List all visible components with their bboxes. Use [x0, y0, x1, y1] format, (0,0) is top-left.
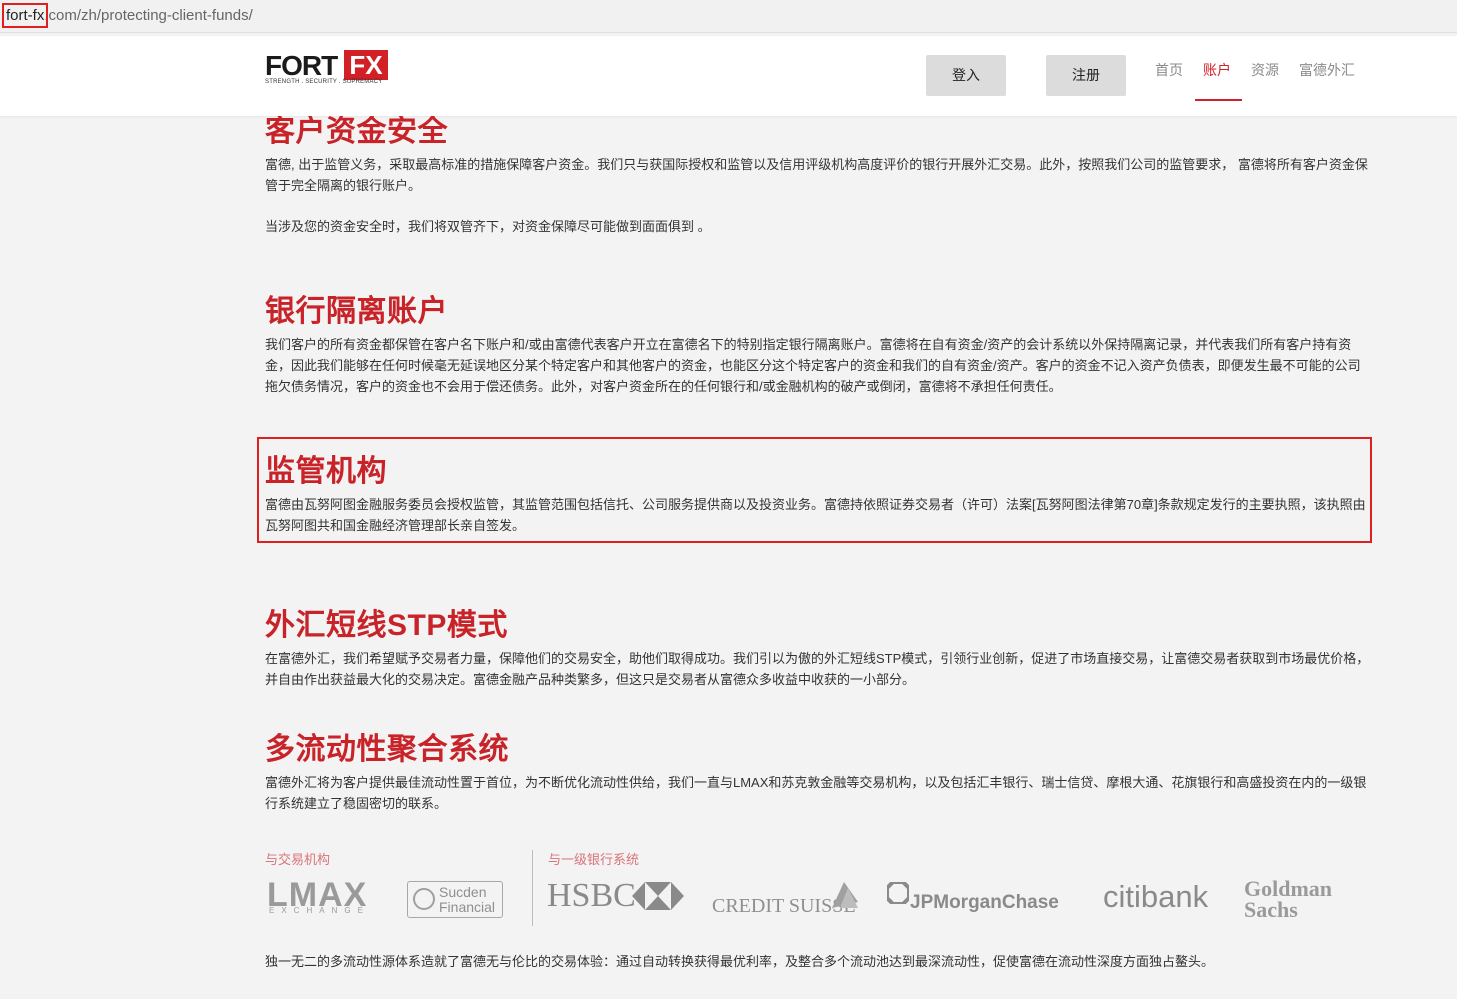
client-funds-title-clip: 客户资金安全 [0, 116, 1457, 144]
client-funds-title: 客户资金安全 [265, 116, 448, 144]
credit-suisse-sails-icon [832, 882, 858, 908]
site-header: FORT FX STRENGTH . SECURITY . SUPREMACY … [0, 36, 1457, 116]
logo-fx-badge: FX [344, 50, 388, 80]
browser-url-bar[interactable]: fort-fx.com/zh/protecting-client-funds/ [0, 0, 1457, 33]
liquidity-footer-paragraph: 独一无二的多流动性源体系造就了富德无与伦比的交易体验：通过自动转换获得最优利率，… [265, 954, 1215, 969]
url-text[interactable]: fort-fx.com/zh/protecting-client-funds/ [1, 3, 253, 28]
sucden-financial-logo: Sucden Financial [407, 881, 503, 918]
regulator-paragraph: 富德由瓦努阿图金融服务委员会授权监管，其监管范围包括信托、公司服务提供商以及投资… [265, 497, 1366, 533]
logo-fort-text: FORT [265, 50, 338, 81]
regulator-title: 监管机构 [265, 455, 387, 488]
liquidity-paragraph: 富德外汇将为客户提供最佳流动性置于首位，为不断优化流动性供给，我们一直与LMAX… [265, 775, 1367, 811]
liquidity-title: 多流动性聚合系统 [265, 733, 509, 766]
stp-paragraph: 在富德外汇，我们希望赋予交易者力量，保障他们的交易安全，助他们取得成功。我们引以… [265, 651, 1370, 687]
sucden-mark-icon [413, 888, 435, 910]
banks-label: 与一级银行系统 [548, 852, 640, 867]
citibank-logo: citibank [1103, 879, 1209, 914]
stp-title: 外汇短线STP模式 [265, 609, 508, 642]
goldman-sachs-logo: Goldman Sachs [1244, 876, 1333, 922]
nav-active-underline [1195, 99, 1242, 101]
url-host-highlighted: fort-fx [1, 3, 49, 28]
nav-account[interactable]: 账户 [1203, 60, 1231, 80]
exchanges-label: 与交易机构 [265, 852, 331, 867]
sucden-logo-text: Sucden Financial [439, 885, 495, 915]
jpmorgan-chase-logo: JPMorganChase [910, 892, 1059, 913]
nav-fortfx[interactable]: 富德外汇 [1299, 60, 1355, 80]
client-funds-paragraph-2: 当涉及您的资金安全时，我们将双管齐下，对资金保障尽可能做到面面俱到 。 [265, 219, 711, 234]
partners-divider [532, 850, 533, 926]
segregated-accounts-title: 银行隔离账户 [265, 295, 448, 328]
goldman-logo-line-1: Goldman [1244, 876, 1333, 901]
login-button[interactable]: 登入 [926, 55, 1006, 96]
fortfx-logo[interactable]: FORT FX STRENGTH . SECURITY . SUPREMACY [265, 50, 395, 88]
segregated-accounts-paragraph: 我们客户的所有资金都保管在客户名下账户和/或由富德代表客户开立在富德名下的特别指… [265, 337, 1361, 394]
sucden-logo-line-1: Sucden [439, 884, 487, 900]
hsbc-logo: HSBC [547, 877, 636, 914]
register-button[interactable]: 注册 [1046, 55, 1126, 96]
url-path: .com/zh/protecting-client-funds/ [44, 7, 253, 24]
nav-resources[interactable]: 资源 [1251, 60, 1279, 80]
hsbc-hexagon-icon [632, 882, 684, 910]
client-funds-paragraph-1: 富德, 出于监管义务，采取最高标准的措施保障客户资金。我们只与获国际授权和监管以… [265, 157, 1368, 193]
goldman-logo-line-2: Sachs [1244, 897, 1298, 922]
sucden-logo-line-2: Financial [439, 899, 496, 915]
nav-home[interactable]: 首页 [1155, 60, 1183, 80]
logo-tagline: STRENGTH . SECURITY . SUPREMACY [265, 79, 383, 85]
lmax-logo-subtext: EXCHANGE [269, 906, 370, 915]
jpmorgan-octagon-icon [887, 882, 909, 904]
